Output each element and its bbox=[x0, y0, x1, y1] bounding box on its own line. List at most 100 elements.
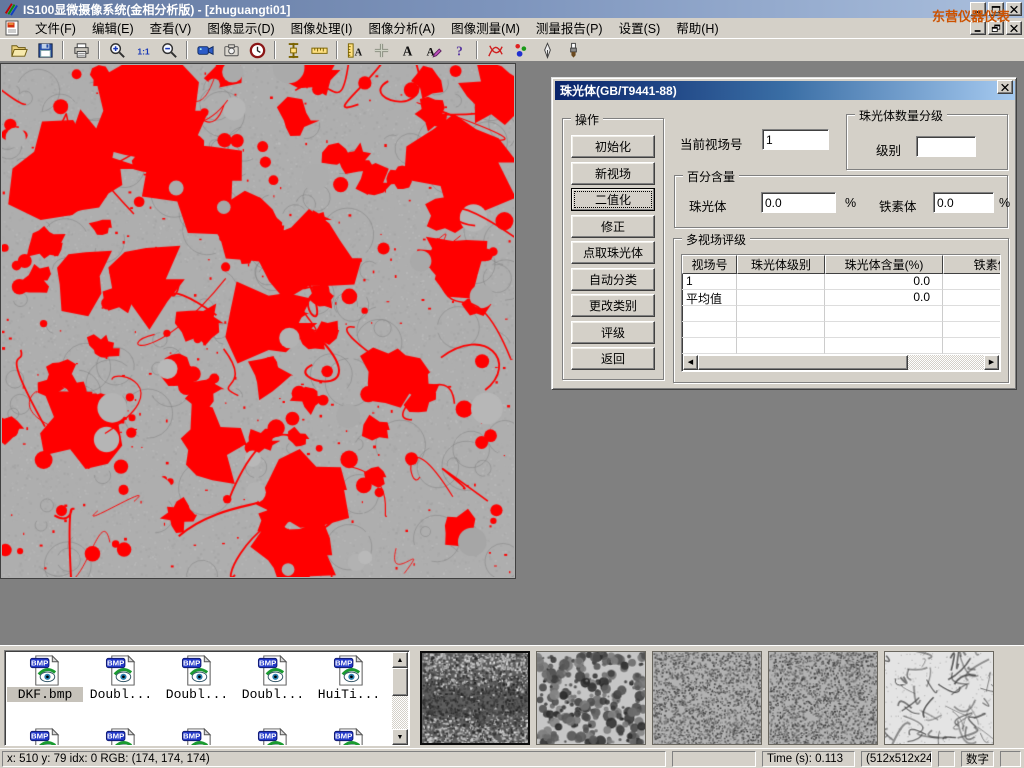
brush-tool-button[interactable] bbox=[560, 39, 586, 61]
menu-settings[interactable]: 设置(S) bbox=[611, 20, 669, 38]
file-item-clipped[interactable]: BMP bbox=[159, 727, 235, 746]
clock-icon bbox=[248, 41, 267, 60]
file-item[interactable]: BMPDoubl... bbox=[235, 654, 311, 702]
caliper-button[interactable] bbox=[280, 39, 306, 61]
scroll-up-button[interactable]: ▲ bbox=[392, 652, 408, 668]
table-column-header: 珠光体含量(%) bbox=[825, 255, 943, 274]
op-correct-button[interactable]: 修正 bbox=[571, 215, 655, 238]
op-grade-button[interactable]: 评级 bbox=[571, 321, 655, 344]
photo-camera-button[interactable] bbox=[218, 39, 244, 61]
table-cell bbox=[943, 322, 1001, 338]
ruler-button[interactable] bbox=[306, 39, 332, 61]
menu-edit[interactable]: 编辑(E) bbox=[84, 20, 142, 38]
menu-help[interactable]: 帮助(H) bbox=[668, 20, 726, 38]
text-tool-button[interactable]: A bbox=[394, 39, 420, 61]
grade-field-label: 级别 bbox=[876, 140, 901, 159]
scrollbar-track[interactable] bbox=[698, 355, 984, 370]
svg-text:A: A bbox=[402, 43, 412, 58]
menu-image-measure[interactable]: 图像测量(M) bbox=[443, 20, 528, 38]
thumb-4[interactable] bbox=[768, 651, 878, 745]
save-button[interactable] bbox=[32, 39, 58, 61]
table-row[interactable] bbox=[682, 338, 1000, 354]
current-field-input[interactable] bbox=[762, 129, 829, 150]
file-item[interactable]: BMPDoubl... bbox=[83, 654, 159, 702]
file-item[interactable]: BMPDKF.bmp bbox=[7, 654, 83, 702]
scrollbar-thumb[interactable] bbox=[698, 355, 908, 370]
op-change-class-button[interactable]: 更改类别 bbox=[571, 294, 655, 317]
thumb-3-canvas[interactable] bbox=[653, 652, 761, 744]
zoom-out-button[interactable] bbox=[156, 39, 182, 61]
dialog-close-icon bbox=[1000, 83, 1010, 92]
thumb-2-canvas[interactable] bbox=[537, 652, 645, 744]
table-row[interactable]: 平均值0.0 bbox=[682, 290, 1000, 306]
table-cell bbox=[825, 322, 943, 338]
text-tool-icon: A bbox=[398, 41, 417, 60]
menu-image-display[interactable]: 图像显示(D) bbox=[199, 20, 282, 38]
file-item-clipped[interactable]: BMP bbox=[7, 727, 83, 746]
table-cell bbox=[943, 306, 1001, 322]
file-item-clipped[interactable]: BMP bbox=[235, 727, 311, 746]
micrograph-viewport[interactable] bbox=[0, 63, 516, 579]
dialog-title-bar[interactable]: 珠光体(GB/T9441-88) bbox=[555, 81, 1015, 100]
menu-image-process[interactable]: 图像处理(I) bbox=[283, 20, 361, 38]
op-auto-classify-button[interactable]: 自动分类 bbox=[571, 268, 655, 291]
arrow-up-icon: ▲ bbox=[397, 657, 404, 664]
thumb-4-canvas[interactable] bbox=[769, 652, 877, 744]
thumb-5-canvas[interactable] bbox=[885, 652, 993, 744]
multi-field-table: 视场号珠光体级别珠光体含量(%)铁素体含量(%) 10.0平均值0.0 ◀ ▶ bbox=[681, 254, 1001, 372]
file-name: HuiTi... bbox=[311, 687, 387, 702]
pearlite-percent-input[interactable] bbox=[761, 192, 836, 213]
zoom-in-button[interactable] bbox=[104, 39, 130, 61]
pen-tool-button[interactable] bbox=[534, 39, 560, 61]
grade-input[interactable] bbox=[916, 136, 976, 157]
curve-tool-button[interactable] bbox=[482, 39, 508, 61]
application-window: IS100显微摄像系统(金相分析版) - [zhuguangti01] 东营仪器… bbox=[0, 0, 1024, 768]
table-row[interactable] bbox=[682, 306, 1000, 322]
measure-text-button[interactable]: A bbox=[342, 39, 368, 61]
scroll-right-button[interactable]: ▶ bbox=[984, 355, 999, 370]
table-cell bbox=[737, 290, 825, 306]
bmp-file-icon: BMP bbox=[333, 654, 366, 687]
ferrite-percent-unit: % bbox=[999, 196, 1010, 210]
file-list-scrollbar[interactable]: ▲ ▼ bbox=[392, 652, 408, 745]
print-button[interactable] bbox=[68, 39, 94, 61]
thumb-5[interactable] bbox=[884, 651, 994, 745]
menu-image-analysis[interactable]: 图像分析(A) bbox=[360, 20, 443, 38]
scroll-left-button[interactable]: ◀ bbox=[683, 355, 698, 370]
op-init-button[interactable]: 初始化 bbox=[571, 135, 655, 158]
op-return-button[interactable]: 返回 bbox=[571, 347, 655, 370]
grid-tool-button[interactable] bbox=[368, 39, 394, 61]
annotate-button[interactable]: A bbox=[420, 39, 446, 61]
menu-measure-report[interactable]: 测量报告(P) bbox=[528, 20, 611, 38]
help-button[interactable]: ? bbox=[446, 39, 472, 61]
table-row[interactable] bbox=[682, 322, 1000, 338]
menu-file[interactable]: 文件(F) bbox=[27, 20, 84, 38]
file-item[interactable]: BMPHuiTi... bbox=[311, 654, 387, 702]
pearlite-percent-unit: % bbox=[845, 196, 856, 210]
op-new-field-button[interactable]: 新视场 bbox=[571, 162, 655, 185]
thumb-1-canvas[interactable] bbox=[422, 653, 528, 743]
op-pick-pearlite-button[interactable]: 点取珠光体 bbox=[571, 241, 655, 264]
clock-button[interactable] bbox=[244, 39, 270, 61]
particle-tool-button[interactable] bbox=[508, 39, 534, 61]
video-camera-button[interactable] bbox=[192, 39, 218, 61]
scroll-down-button[interactable]: ▼ bbox=[392, 729, 408, 745]
menu-view[interactable]: 查看(V) bbox=[142, 20, 200, 38]
file-item[interactable]: BMPDoubl... bbox=[159, 654, 235, 702]
table-row[interactable]: 10.0 bbox=[682, 274, 1000, 290]
op-binarize-button[interactable]: 二值化 bbox=[571, 188, 655, 211]
thumb-1[interactable] bbox=[420, 651, 530, 745]
actual-size-button[interactable]: 1:1 bbox=[130, 39, 156, 61]
table-horizontal-scrollbar[interactable]: ◀ ▶ bbox=[683, 355, 999, 370]
file-item-clipped[interactable]: BMP bbox=[83, 727, 159, 746]
file-item-clipped[interactable]: BMP bbox=[311, 727, 387, 746]
menu-bar: 文件(F)编辑(E)查看(V)图像显示(D)图像处理(I)图像分析(A)图像测量… bbox=[0, 18, 1024, 38]
file-scrollbar-thumb[interactable] bbox=[392, 668, 408, 696]
thumb-3[interactable] bbox=[652, 651, 762, 745]
svg-text:1:1: 1:1 bbox=[137, 46, 150, 56]
open-file-button[interactable] bbox=[6, 39, 32, 61]
dialog-close-button[interactable] bbox=[997, 80, 1013, 94]
binarized-micrograph-canvas[interactable] bbox=[2, 65, 514, 577]
ferrite-percent-input[interactable] bbox=[933, 192, 994, 213]
thumb-2[interactable] bbox=[536, 651, 646, 745]
